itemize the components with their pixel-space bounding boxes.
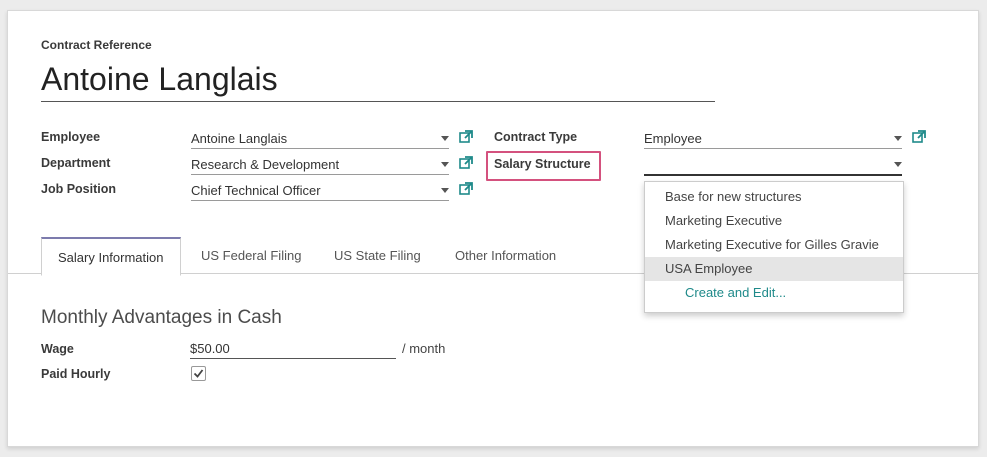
wage-unit: / month [402,341,446,356]
tab-us-state-filing[interactable]: US State Filing [318,237,437,273]
salary-structure-label: Salary Structure [494,157,591,171]
section-title: Monthly Advantages in Cash [41,307,282,328]
job-position-value: Chief Technical Officer [191,183,321,198]
employee-field[interactable]: Antoine Langlais [191,129,449,149]
job-position-label: Job Position [41,182,116,196]
salary-structure-field[interactable] [644,155,902,176]
contract-reference-input[interactable]: Antoine Langlais [41,59,715,102]
employee-label: Employee [41,130,101,144]
chevron-down-icon[interactable] [894,162,902,167]
contract-form-sheet: Contract Reference Antoine Langlais Empl… [7,10,979,447]
department-value: Research & Development [191,157,340,172]
contract-type-field[interactable]: Employee [644,129,902,149]
contract-type-label: Contract Type [494,130,578,144]
external-link-icon[interactable] [912,130,926,144]
tab-other-information[interactable]: Other Information [439,237,572,273]
paid-hourly-checkbox[interactable] [191,366,206,381]
external-link-icon[interactable] [459,182,473,196]
dropdown-option[interactable]: Marketing Executive for Gilles Gravie [645,233,903,257]
tab-salary-information[interactable]: Salary Information [41,237,181,276]
wage-input[interactable]: $50.00 [190,340,396,359]
create-and-edit-link[interactable]: Create and Edit... [645,281,903,305]
chevron-down-icon[interactable] [441,162,449,167]
paid-hourly-label: Paid Hourly [41,367,111,381]
dropdown-option[interactable]: Base for new structures [645,185,903,209]
department-label: Department [41,156,111,170]
wage-label: Wage [41,342,74,356]
employee-value: Antoine Langlais [191,131,288,146]
chevron-down-icon[interactable] [894,136,902,141]
external-link-icon[interactable] [459,130,473,144]
external-link-icon[interactable] [459,156,473,170]
job-position-field[interactable]: Chief Technical Officer [191,181,449,201]
contract-reference-label: Contract Reference [41,38,152,52]
contract-type-value: Employee [644,131,702,146]
dropdown-option[interactable]: Marketing Executive [645,209,903,233]
salary-structure-dropdown: Base for new structures Marketing Execut… [644,181,904,313]
chevron-down-icon[interactable] [441,188,449,193]
tab-us-federal-filing[interactable]: US Federal Filing [185,237,317,273]
chevron-down-icon[interactable] [441,136,449,141]
dropdown-option-selected[interactable]: USA Employee [645,257,903,281]
department-field[interactable]: Research & Development [191,155,449,175]
checkmark-icon [193,369,204,378]
